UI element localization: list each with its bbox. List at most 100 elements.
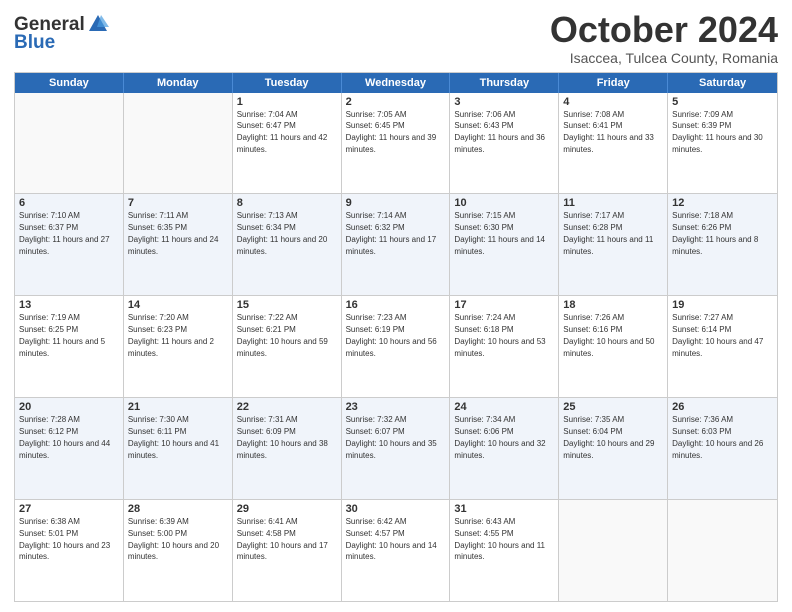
day-number: 2 [346,96,446,108]
logo-icon [87,13,109,35]
header-day-sunday: Sunday [15,73,124,93]
day-cell-9: 9 Sunrise: 7:14 AM Sunset: 6:32 PM Daylig… [342,194,451,295]
day-info: Sunrise: 7:11 AM Sunset: 6:35 PM Dayligh… [128,211,219,255]
day-number: 10 [454,197,554,209]
day-number: 14 [128,299,228,311]
day-cell-15: 15Sunrise: 7:22 AM Sunset: 6:21 PM Dayli… [233,296,342,397]
day-cell-11: 11 Sunrise: 7:17 AM Sunset: 6:28 PM Dayli… [559,194,668,295]
day-info: Sunrise: 7:15 AM Sunset: 6:30 PM Dayligh… [454,211,545,255]
day-info: Sunrise: 7:18 AM Sunset: 6:26 PM Dayligh… [672,211,758,255]
day-info: Sunrise: 7:30 AM Sunset: 6:11 PM Dayligh… [128,415,219,459]
day-cell-14: 14 Sunrise: 7:20 AM Sunset: 6:23 PM Dayli… [124,296,233,397]
day-cell-22: 22 Sunrise: 7:31 AM Sunset: 6:09 PM Dayli… [233,398,342,499]
day-cell-8: 8 Sunrise: 7:13 AM Sunset: 6:34 PM Daylig… [233,194,342,295]
logo-blue-text: Blue [14,32,55,54]
day-number: 31 [454,503,554,515]
day-info: Sunrise: 7:31 AM Sunset: 6:09 PM Dayligh… [237,415,328,459]
header-day-tuesday: Tuesday [233,73,342,93]
day-info: Sunrise: 6:41 AM Sunset: 4:58 PM Dayligh… [237,517,328,561]
day-number: 30 [346,503,446,515]
day-info: Sunrise: 7:04 AM Sunset: 6:47 PM Dayligh… [237,110,328,154]
day-info: Sunrise: 7:09 AM Sunset: 6:39 PM Dayligh… [672,110,763,154]
day-number: 29 [237,503,337,515]
day-number: 5 [672,96,773,108]
day-cell-29: 29 Sunrise: 6:41 AM Sunset: 4:58 PM Dayli… [233,500,342,601]
header-day-monday: Monday [124,73,233,93]
day-number: 13 [19,299,119,311]
calendar-row-4: 20 Sunrise: 7:28 AM Sunset: 6:12 PM Dayli… [15,397,777,499]
day-number: 22 [237,401,337,413]
day-number: 17 [454,299,554,311]
day-number: 8 [237,197,337,209]
day-number: 4 [563,96,663,108]
day-info: Sunrise: 7:27 AM Sunset: 6:14 PM Dayligh… [672,313,763,357]
day-cell-3: 3Sunrise: 7:06 AM Sunset: 6:43 PM Daylig… [450,93,559,194]
day-cell-20: 20 Sunrise: 7:28 AM Sunset: 6:12 PM Dayli… [15,398,124,499]
day-info: Sunrise: 7:20 AM Sunset: 6:23 PM Dayligh… [128,313,214,357]
day-cell-7: 7 Sunrise: 7:11 AM Sunset: 6:35 PM Daylig… [124,194,233,295]
day-number: 23 [346,401,446,413]
day-info: Sunrise: 7:13 AM Sunset: 6:34 PM Dayligh… [237,211,328,255]
calendar-header: SundayMondayTuesdayWednesdayThursdayFrid… [15,73,777,93]
day-number: 21 [128,401,228,413]
calendar-body: 1 Sunrise: 7:04 AM Sunset: 6:47 PM Daylig… [15,93,777,601]
empty-cell [668,500,777,601]
month-title: October 2024 [550,10,778,50]
day-info: Sunrise: 7:23 AM Sunset: 6:19 PM Dayligh… [346,313,437,357]
main-container: General Blue October 2024 Isaccea, Tulce… [0,0,792,612]
calendar-row-2: 6Sunrise: 7:10 AM Sunset: 6:37 PM Daylig… [15,193,777,295]
header: General Blue October 2024 Isaccea, Tulce… [14,10,778,66]
day-number: 7 [128,197,228,209]
day-cell-31: 31Sunrise: 6:43 AM Sunset: 4:55 PM Dayli… [450,500,559,601]
calendar: SundayMondayTuesdayWednesdayThursdayFrid… [14,72,778,602]
day-info: Sunrise: 7:32 AM Sunset: 6:07 PM Dayligh… [346,415,437,459]
day-number: 27 [19,503,119,515]
day-cell-21: 21 Sunrise: 7:30 AM Sunset: 6:11 PM Dayli… [124,398,233,499]
day-number: 16 [346,299,446,311]
empty-cell [559,500,668,601]
day-info: Sunrise: 7:28 AM Sunset: 6:12 PM Dayligh… [19,415,110,459]
day-info: Sunrise: 7:08 AM Sunset: 6:41 PM Dayligh… [563,110,654,154]
day-number: 25 [563,401,663,413]
day-number: 20 [19,401,119,413]
day-info: Sunrise: 7:36 AM Sunset: 6:03 PM Dayligh… [672,415,763,459]
day-number: 26 [672,401,773,413]
day-info: Sunrise: 7:19 AM Sunset: 6:25 PM Dayligh… [19,313,105,357]
day-cell-17: 17 Sunrise: 7:24 AM Sunset: 6:18 PM Dayli… [450,296,559,397]
day-number: 1 [237,96,337,108]
calendar-row-5: 27Sunrise: 6:38 AM Sunset: 5:01 PM Dayli… [15,499,777,601]
day-number: 28 [128,503,228,515]
day-cell-13: 13 Sunrise: 7:19 AM Sunset: 6:25 PM Dayli… [15,296,124,397]
day-cell-1: 1 Sunrise: 7:04 AM Sunset: 6:47 PM Daylig… [233,93,342,194]
day-number: 19 [672,299,773,311]
day-cell-18: 18Sunrise: 7:26 AM Sunset: 6:16 PM Dayli… [559,296,668,397]
day-cell-10: 10 Sunrise: 7:15 AM Sunset: 6:30 PM Dayli… [450,194,559,295]
day-info: Sunrise: 7:17 AM Sunset: 6:28 PM Dayligh… [563,211,653,255]
day-info: Sunrise: 7:34 AM Sunset: 6:06 PM Dayligh… [454,415,545,459]
header-day-saturday: Saturday [668,73,777,93]
day-cell-2: 2 Sunrise: 7:05 AM Sunset: 6:45 PM Daylig… [342,93,451,194]
day-number: 3 [454,96,554,108]
calendar-row-3: 13 Sunrise: 7:19 AM Sunset: 6:25 PM Dayli… [15,295,777,397]
day-info: Sunrise: 7:35 AM Sunset: 6:04 PM Dayligh… [563,415,654,459]
day-info: Sunrise: 7:10 AM Sunset: 6:37 PM Dayligh… [19,211,110,255]
day-number: 9 [346,197,446,209]
day-number: 11 [563,197,663,209]
day-info: Sunrise: 6:42 AM Sunset: 4:57 PM Dayligh… [346,517,437,561]
header-day-friday: Friday [559,73,668,93]
day-info: Sunrise: 7:05 AM Sunset: 6:45 PM Dayligh… [346,110,437,154]
header-day-thursday: Thursday [450,73,559,93]
day-number: 12 [672,197,773,209]
day-number: 15 [237,299,337,311]
day-cell-16: 16 Sunrise: 7:23 AM Sunset: 6:19 PM Dayli… [342,296,451,397]
day-cell-25: 25 Sunrise: 7:35 AM Sunset: 6:04 PM Dayli… [559,398,668,499]
empty-cell [15,93,124,194]
day-info: Sunrise: 7:14 AM Sunset: 6:32 PM Dayligh… [346,211,437,255]
day-cell-27: 27Sunrise: 6:38 AM Sunset: 5:01 PM Dayli… [15,500,124,601]
day-info: Sunrise: 7:24 AM Sunset: 6:18 PM Dayligh… [454,313,545,357]
day-cell-30: 30 Sunrise: 6:42 AM Sunset: 4:57 PM Dayli… [342,500,451,601]
day-cell-19: 19 Sunrise: 7:27 AM Sunset: 6:14 PM Dayli… [668,296,777,397]
day-cell-5: 5 Sunrise: 7:09 AM Sunset: 6:39 PM Daylig… [668,93,777,194]
title-area: October 2024 Isaccea, Tulcea County, Rom… [550,10,778,66]
day-cell-26: 26 Sunrise: 7:36 AM Sunset: 6:03 PM Dayli… [668,398,777,499]
